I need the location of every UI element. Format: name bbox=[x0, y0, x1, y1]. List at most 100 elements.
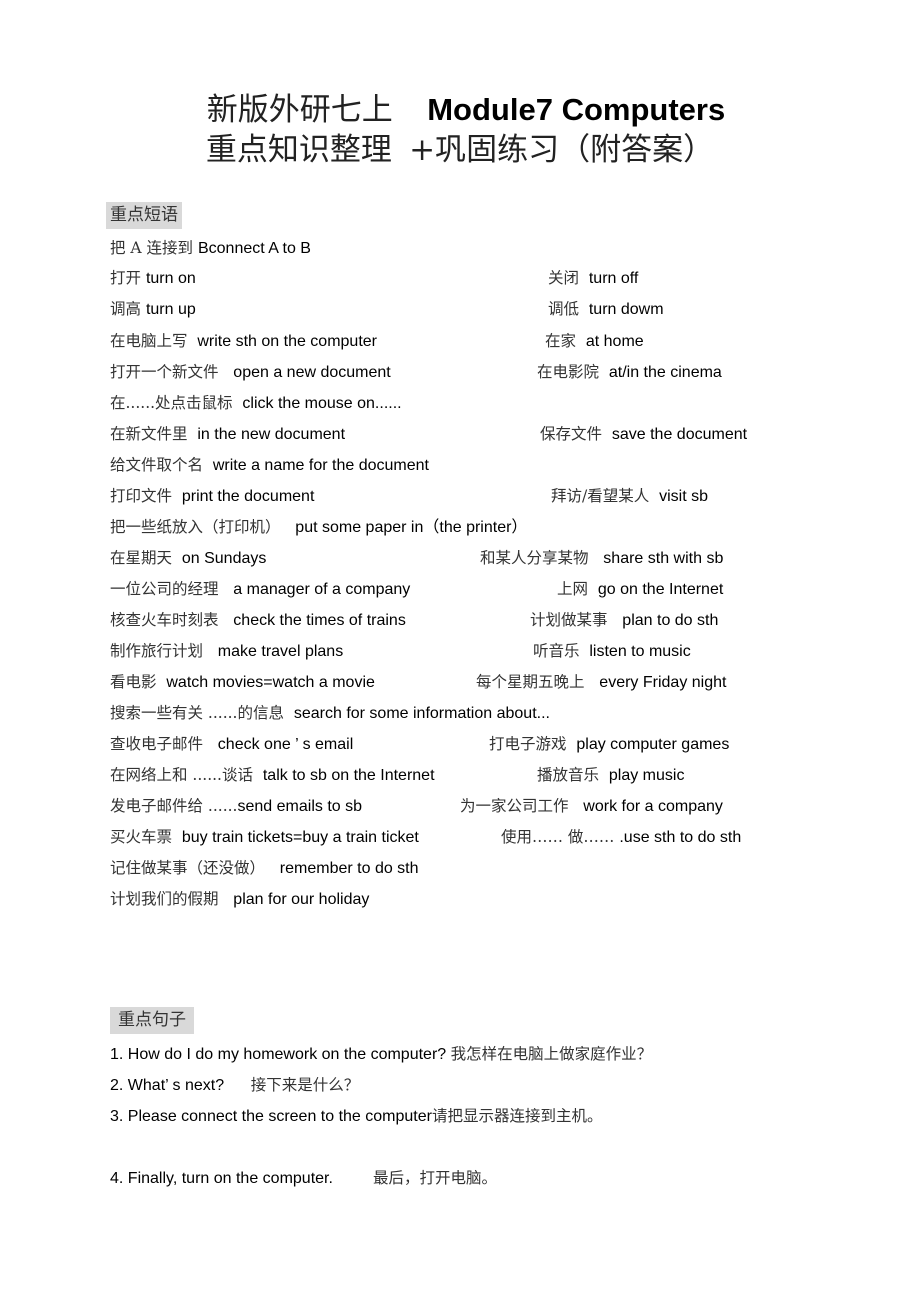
phrase-english: remember to do sth bbox=[279, 860, 419, 877]
phrase-chinese: 打电子游戏 bbox=[489, 735, 577, 753]
phrase-chinese: 计划我们的假期 bbox=[110, 890, 234, 908]
phrase-chinese: 关闭 bbox=[548, 269, 589, 287]
phrase-left: 制作旅行计划 make travel plans bbox=[110, 641, 343, 662]
sentence-english: 3. Please connect the screen to the comp… bbox=[110, 1108, 432, 1125]
sentence-chinese: 我怎样在电脑上做家庭作业？ bbox=[450, 1045, 653, 1063]
phrase-english: go on the Internet bbox=[597, 581, 724, 598]
phrase-right: 关闭 turn off bbox=[548, 268, 638, 289]
phrase-right: 在电影院 at/in the cinema bbox=[537, 362, 722, 383]
phrase-chinese: 核查火车时刻表 bbox=[110, 611, 234, 629]
phrase-left: 买火车票 buy train tickets=buy a train ticke… bbox=[110, 827, 419, 848]
phrase-chinese: 播放音乐 bbox=[537, 766, 609, 784]
phrase-english: at/in the cinema bbox=[608, 364, 722, 381]
phrase-english: play music bbox=[608, 767, 685, 784]
phrase-chinese: 上网 bbox=[557, 580, 598, 598]
phrase-chinese: 打印文件 bbox=[110, 487, 182, 505]
document-title-line-1: 新版外研七上 Module7 Computers bbox=[0, 90, 920, 130]
key-sentence: 1. How do I do my homework on the comput… bbox=[110, 1044, 652, 1065]
phrase-english: check one ’ s email bbox=[217, 736, 354, 753]
phrase-chinese: 在家 bbox=[545, 332, 586, 350]
phrase-chinese: 使用…… 做…… bbox=[501, 828, 620, 846]
subtitle-chinese: 重点知识整理 bbox=[205, 132, 392, 168]
phrase-left: 在电脑上写 write sth on the computer bbox=[110, 331, 377, 352]
phrase-english: click the mouse on...... bbox=[242, 395, 402, 412]
section-label-key-sentences: 重点句子 bbox=[110, 1007, 194, 1034]
phrase-left: 记住做某事（还没做） remember to do sth bbox=[110, 858, 419, 879]
phrase-english: open a new document bbox=[233, 364, 391, 381]
title-module: Module7 Computers bbox=[427, 92, 726, 127]
phrase-left: 打印文件 print the document bbox=[110, 486, 314, 507]
phrase-chinese: 发电子邮件给 ...... bbox=[110, 797, 238, 815]
document-title-line-2: 重点知识整理 +巩固练习（附答案） bbox=[0, 130, 920, 170]
phrase-english: visit sb bbox=[659, 488, 708, 505]
phrase-chinese: 打开 bbox=[110, 269, 146, 287]
phrase-right: 保存文件 save the document bbox=[540, 424, 747, 445]
sentence-english: 4. Finally, turn on the computer. bbox=[110, 1170, 373, 1187]
sentence-chinese: 请把显示器连接到主机。 bbox=[431, 1107, 603, 1125]
phrase-english: play computer games bbox=[576, 736, 730, 753]
phrase-english: in the new document bbox=[197, 426, 346, 443]
phrase-left: 打开一个新文件 open a new document bbox=[110, 362, 391, 383]
phrase-left: 查收电子邮件 check one ’ s email bbox=[110, 734, 353, 755]
phrase-right: 使用…… 做…… .use sth to do sth bbox=[501, 827, 741, 848]
phrase-english: watch movies=watch a movie bbox=[166, 674, 375, 691]
phrase-english: buy train tickets=buy a train ticket bbox=[181, 829, 419, 846]
phrase-english: turn up bbox=[145, 301, 196, 318]
phrase-left: 发电子邮件给 ......send emails to sb bbox=[110, 796, 362, 817]
phrase-english: put some paper in（the printer） bbox=[295, 519, 528, 536]
phrase-chinese: 在网络上和 ......谈话 bbox=[110, 766, 263, 784]
phrase-chinese: 买火车票 bbox=[110, 828, 182, 846]
phrase-english: a manager of a company bbox=[233, 581, 411, 598]
phrase-english: .use sth to do sth bbox=[619, 829, 742, 846]
phrase-english: search for some information about... bbox=[293, 705, 550, 722]
phrase-left: 打开 turn on bbox=[110, 268, 196, 289]
phrase-left: 把一些纸放入（打印机） put some paper in（the printe… bbox=[110, 517, 527, 538]
phrase-chinese: 调低 bbox=[548, 300, 589, 318]
phrase-english: listen to music bbox=[589, 643, 691, 660]
phrase-left: 在星期天 on Sundays bbox=[110, 548, 266, 569]
phrase-english: print the document bbox=[181, 488, 315, 505]
phrase-english: at home bbox=[585, 333, 644, 350]
phrase-chinese: 制作旅行计划 bbox=[110, 642, 218, 660]
phrase-chinese: 在星期天 bbox=[110, 549, 182, 567]
key-sentence: 4. Finally, turn on the computer. 最后，打开电… bbox=[110, 1168, 497, 1189]
phrase-chinese: 在电脑上写 bbox=[110, 332, 198, 350]
phrase-english: talk to sb on the Internet bbox=[262, 767, 435, 784]
phrase-chinese: 在......处点击鼠标 bbox=[110, 394, 243, 412]
phrase-left: 调高 turn up bbox=[110, 299, 196, 320]
phrase-left: 一位公司的经理 a manager of a company bbox=[110, 579, 410, 600]
phrase-english: Bconnect A to B bbox=[197, 240, 311, 257]
phrase-left: 看电影 watch movies=watch a movie bbox=[110, 672, 375, 693]
phrase-right: 播放音乐 play music bbox=[537, 765, 684, 786]
phrase-english: plan to do sth bbox=[622, 612, 719, 629]
phrase-left: 计划我们的假期 plan for our holiday bbox=[110, 889, 369, 910]
sentence-chinese: 接下来是什么？ bbox=[250, 1076, 360, 1094]
phrase-right: 打电子游戏 play computer games bbox=[489, 734, 729, 755]
phrase-right: 上网 go on the Internet bbox=[557, 579, 723, 600]
phrase-right: 调低 turn dowm bbox=[548, 299, 664, 320]
phrase-chinese: 在电影院 bbox=[537, 363, 609, 381]
phrase-english: write sth on the computer bbox=[197, 333, 377, 350]
phrase-left: 把 A 连接到 Bconnect A to B bbox=[110, 238, 311, 259]
phrase-chinese: 给文件取个名 bbox=[110, 456, 213, 474]
phrase-english: share sth with sb bbox=[603, 550, 724, 567]
phrase-right: 为一家公司工作 work for a company bbox=[460, 796, 723, 817]
phrase-chinese: 调高 bbox=[110, 300, 146, 318]
phrase-chinese: 一位公司的经理 bbox=[110, 580, 234, 598]
title-chinese: 新版外研七上 bbox=[206, 92, 393, 128]
phrase-english: turn dowm bbox=[588, 301, 664, 318]
sentence-english: 1. How do I do my homework on the comput… bbox=[110, 1046, 451, 1063]
phrase-english: plan for our holiday bbox=[233, 891, 370, 908]
phrase-chinese: 把一些纸放入（打印机） bbox=[110, 518, 296, 536]
phrase-chinese: 计划做某事 bbox=[530, 611, 623, 629]
phrase-right: 在家 at home bbox=[545, 331, 644, 352]
phrase-english: make travel plans bbox=[217, 643, 344, 660]
phrase-left: 在网络上和 ......谈话 talk to sb on the Interne… bbox=[110, 765, 435, 786]
phrase-left: 核查火车时刻表 check the times of trains bbox=[110, 610, 406, 631]
key-sentence: 2. What’ s next? 接下来是什么？ bbox=[110, 1075, 359, 1096]
phrase-chinese: 看电影 bbox=[110, 673, 167, 691]
phrase-chinese: 把 A 连接到 bbox=[110, 239, 198, 257]
phrase-right: 每个星期五晚上 every Friday night bbox=[476, 672, 726, 693]
phrase-right: 听音乐 listen to music bbox=[533, 641, 691, 662]
phrase-english: turn on bbox=[145, 270, 196, 287]
